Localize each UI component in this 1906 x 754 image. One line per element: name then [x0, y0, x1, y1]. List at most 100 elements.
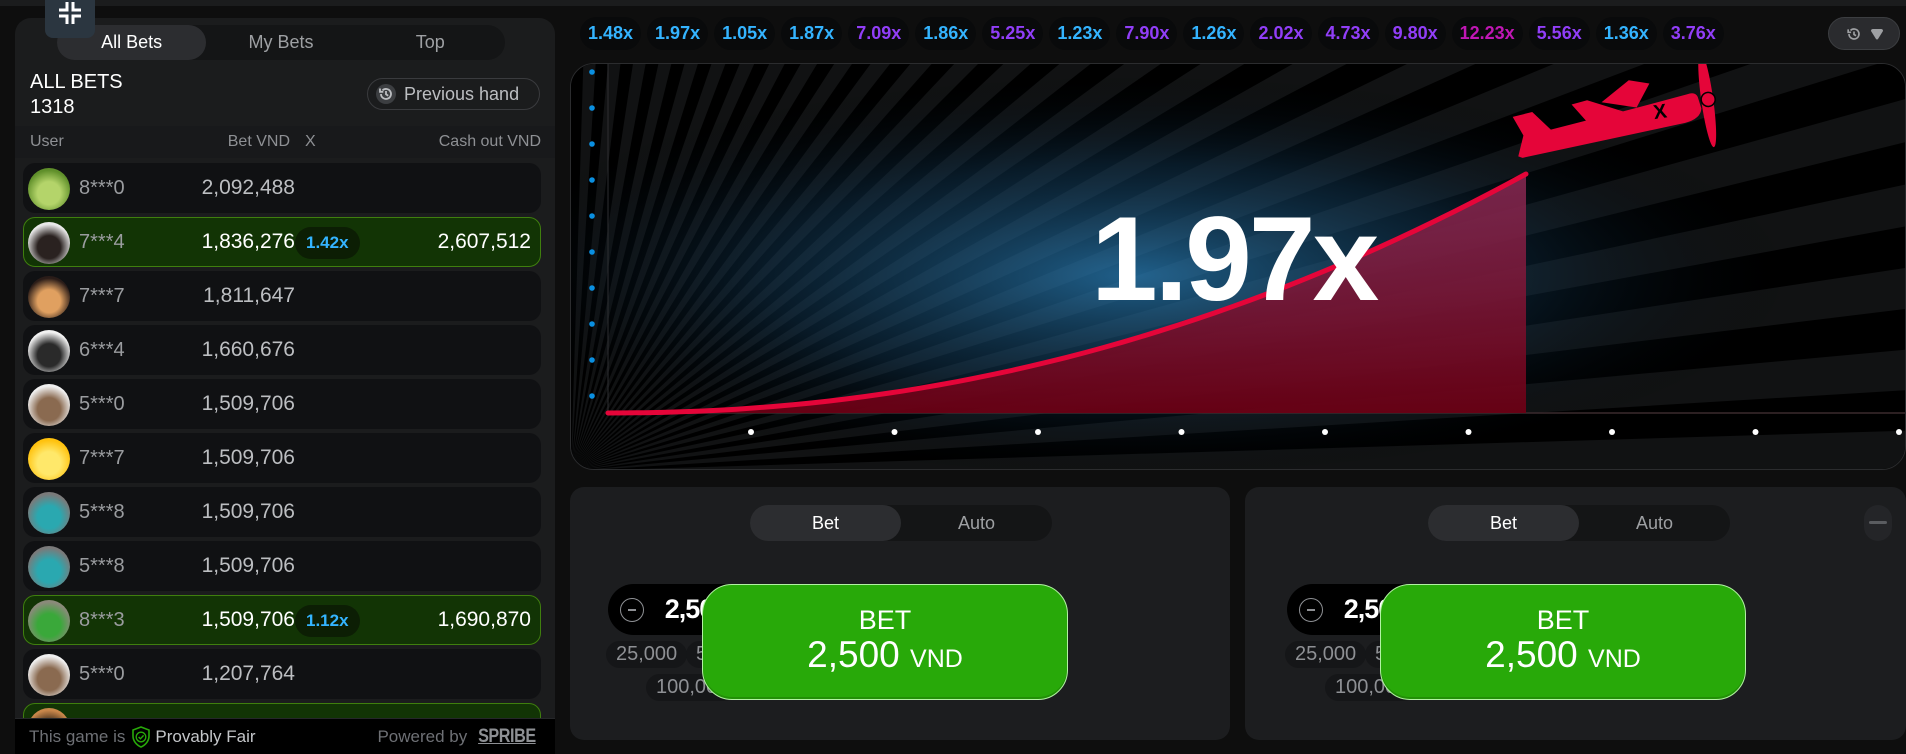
- place-bet-button[interactable]: BET 2,500 VND: [1380, 584, 1746, 700]
- bet-row: 6***4 1,660,676: [23, 325, 541, 375]
- bet-amount: 1,509,706: [201, 446, 295, 469]
- avatar: [28, 168, 70, 210]
- bet-panel-2: Bet Auto 2,500 25,000 50,000 100,000 BET…: [1245, 487, 1906, 740]
- tab-my-bets[interactable]: My Bets: [206, 25, 355, 60]
- avatar: [28, 276, 70, 318]
- x-axis-dot: [891, 429, 898, 435]
- remove-bet-panel-button[interactable]: [1864, 505, 1892, 541]
- decrease-amount-button[interactable]: [620, 598, 644, 622]
- bet-user: 7***7: [79, 285, 125, 307]
- avatar: [28, 600, 70, 642]
- multiplier-history: 1.48x 1.97x 1.05x 1.87x 7.09x 1.86x 5.25x 1.23x…: [580, 17, 1825, 50]
- multiplier-history-chip[interactable]: 7.90x: [1116, 17, 1178, 50]
- x-axis-dot: [1035, 429, 1041, 435]
- avatar: [28, 222, 70, 264]
- history-icon: [374, 82, 398, 106]
- bet-amount: 1,509,706: [201, 392, 295, 415]
- spribe-logo[interactable]: SPRIBE: [478, 726, 536, 748]
- bet-button-amount: 2,500: [807, 634, 900, 675]
- collapse-button[interactable]: [45, 0, 95, 38]
- multiplier-history-chip[interactable]: 1.26x: [1183, 17, 1245, 50]
- col-bet: Bet VND: [227, 133, 290, 150]
- multiplier-history-chip[interactable]: 1.23x: [1049, 17, 1111, 50]
- collapse-arrows-icon: [57, 0, 83, 26]
- tab-bet[interactable]: Bet: [1428, 505, 1579, 541]
- y-axis-dot: [589, 393, 595, 399]
- bet-user: 8***0: [79, 177, 125, 199]
- avatar: [28, 546, 70, 588]
- multiplier-history-chip[interactable]: 2.02x: [1250, 17, 1312, 50]
- bet-amount: 1,207,764: [201, 662, 295, 685]
- multiplier-history-chip[interactable]: 1.36x: [1595, 17, 1657, 50]
- cashout-amount: 2,607,512: [437, 230, 531, 253]
- bet-amount: 1,509,706: [201, 608, 295, 631]
- y-axis-dot: [589, 357, 595, 363]
- multiplier-history-chip[interactable]: 9.80x: [1384, 17, 1446, 50]
- multiplier-history-chip[interactable]: 7.09x: [848, 17, 910, 50]
- bet-row: 8***3 1,509,706 1.12x 1,690,870: [23, 595, 541, 645]
- bet-user: 5***8: [79, 501, 125, 523]
- shield-check-icon: [131, 725, 151, 748]
- minus-icon: [1307, 609, 1315, 611]
- multiplier-history-chip[interactable]: 1.87x: [781, 17, 843, 50]
- bet-user: 5***0: [79, 393, 125, 415]
- avatar: [28, 384, 70, 426]
- x-axis-dot: [748, 429, 754, 435]
- quick-amount-button[interactable]: 25,000: [606, 641, 688, 668]
- y-axis-dot: [589, 321, 595, 327]
- multiplier-history-chip[interactable]: 1.86x: [915, 17, 977, 50]
- bet-amount: 1,509,706: [201, 500, 295, 523]
- all-bets-title: ALL BETS: [30, 71, 123, 93]
- decrease-amount-button[interactable]: [1299, 598, 1323, 622]
- bet-user: 8***3: [79, 609, 125, 631]
- bet-amount: 2,092,488: [201, 176, 295, 199]
- y-axis-dot: [589, 105, 595, 111]
- bet-row: 7***7 1,509,706: [23, 433, 541, 483]
- bet-button-amount: 2,500: [1485, 634, 1578, 675]
- history-dropdown-button[interactable]: [1828, 17, 1900, 50]
- avatar: [28, 492, 70, 534]
- multiplier-history-chip[interactable]: 5.25x: [982, 17, 1044, 50]
- col-x: X: [305, 133, 316, 150]
- all-bets-count: 1318: [30, 96, 75, 118]
- bet-user: 7***4: [79, 231, 125, 253]
- x-axis-dot: [1465, 429, 1472, 435]
- bet-mode-tabs: Bet Auto: [1428, 505, 1730, 541]
- col-cashout: Cash out VND: [438, 133, 541, 150]
- multiplier-history-chip[interactable]: 1.97x: [647, 17, 709, 50]
- col-user: User: [30, 133, 64, 150]
- previous-hand-button[interactable]: Previous hand: [367, 78, 540, 110]
- bets-tabs: All Bets My Bets Top: [57, 25, 505, 60]
- bet-row: 7***4 1,836,276 1.42x 2,607,512: [23, 217, 541, 267]
- provably-fair-link[interactable]: Provably Fair: [155, 727, 255, 747]
- multiplier-history-chip[interactable]: 1.48x: [580, 17, 642, 50]
- provably-fair-footer: This game is Provably Fair Powered by SP…: [15, 718, 555, 754]
- bet-row: 5***8 1,509,706: [23, 487, 541, 537]
- multiplier-history-chip[interactable]: 12.23x: [1451, 17, 1523, 50]
- y-axis-dot: [589, 177, 595, 183]
- tab-bet[interactable]: Bet: [750, 505, 901, 541]
- avatar: [28, 654, 70, 696]
- x-axis-dot: [1752, 429, 1759, 435]
- x-axis-dot: [1609, 429, 1615, 435]
- bet-button-label: BET: [1536, 605, 1590, 635]
- minus-icon: [1869, 521, 1887, 524]
- bet-amount: 1,811,647: [203, 284, 295, 307]
- multiplier-history-chip[interactable]: 5.56x: [1528, 17, 1590, 50]
- multiplier-history-chip[interactable]: 3.76x: [1662, 17, 1724, 50]
- previous-hand-label: Previous hand: [404, 83, 520, 104]
- tab-auto[interactable]: Auto: [901, 505, 1052, 541]
- x-axis-dot: [1322, 429, 1328, 435]
- bet-button-currency: VND: [910, 645, 963, 673]
- x-axis-dot: [1178, 429, 1185, 435]
- bet-button-amount-line: 2,500 VND: [1485, 635, 1641, 679]
- bet-user: 6***4: [79, 339, 125, 361]
- multiplier-history-chip[interactable]: 1.05x: [714, 17, 776, 50]
- quick-amount-button[interactable]: 25,000: [1285, 641, 1367, 668]
- tab-top[interactable]: Top: [356, 25, 505, 60]
- top-bar: [0, 0, 1906, 6]
- tab-auto[interactable]: Auto: [1579, 505, 1730, 541]
- bets-list[interactable]: 8***0 2,092,488 7***4 1,836,276 1.42x 2,607,5…: [23, 163, 541, 754]
- multiplier-history-chip[interactable]: 4.73x: [1317, 17, 1379, 50]
- place-bet-button[interactable]: BET 2,500 VND: [702, 584, 1068, 700]
